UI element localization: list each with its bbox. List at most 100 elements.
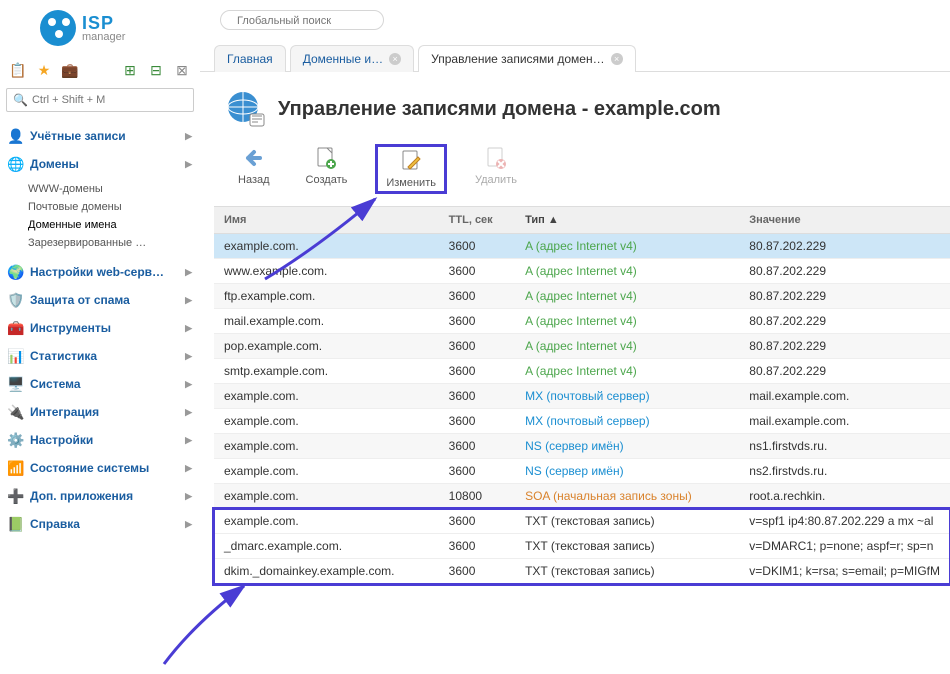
nav-sub-item[interactable]: Зарезервированные …: [28, 234, 194, 252]
nav-item-accounts[interactable]: 👤Учётные записи▶: [6, 122, 194, 150]
cell-value: 80.87.202.229: [739, 309, 950, 334]
chevron-right-icon: ▶: [185, 351, 192, 362]
cell-name: ftp.example.com.: [214, 284, 439, 309]
cell-type: TXT (текстовая запись): [515, 509, 739, 534]
cell-type: A (адрес Internet v4): [515, 309, 739, 334]
nav-sub-item[interactable]: WWW-домены: [28, 180, 194, 198]
nav-item-tools[interactable]: 🧰Инструменты▶: [6, 314, 194, 342]
table-row[interactable]: dkim._domainkey.example.com.3600TXT (тек…: [214, 559, 950, 584]
nav-sub-item[interactable]: Доменные имена: [28, 216, 194, 234]
chevron-right-icon: ▶: [185, 131, 192, 142]
expand-icon[interactable]: ⊞: [122, 62, 138, 78]
nav-label: Интеграция: [30, 405, 99, 419]
col-ttl[interactable]: TTL, сек: [439, 207, 515, 234]
back-label: Назад: [238, 174, 270, 186]
cell-name: example.com.: [214, 484, 439, 509]
col-type[interactable]: Тип ▲: [515, 207, 739, 234]
nav-item-system[interactable]: 🖥️Система▶: [6, 370, 194, 398]
cell-type: NS (сервер имён): [515, 434, 739, 459]
logo-subtitle: manager: [82, 32, 125, 43]
table-row[interactable]: example.com.3600A (адрес Internet v4)80.…: [214, 234, 950, 259]
logo: ISP manager: [0, 0, 200, 56]
edit-button[interactable]: Изменить: [375, 144, 447, 194]
close-all-icon[interactable]: ⊠: [174, 62, 190, 78]
cell-value: mail.example.com.: [739, 384, 950, 409]
cell-name: dkim._domainkey.example.com.: [214, 559, 439, 584]
nav-icon-integration: 🔌: [8, 404, 24, 420]
sidebar-search[interactable]: 🔍: [6, 88, 194, 112]
table-row[interactable]: example.com.10800SOA (начальная запись з…: [214, 484, 950, 509]
delete-icon: [484, 146, 508, 170]
table-row[interactable]: pop.example.com.3600A (адрес Internet v4…: [214, 334, 950, 359]
tab[interactable]: Доменные и… ×: [290, 45, 414, 72]
table-row[interactable]: example.com.3600NS (сервер имён)ns2.firs…: [214, 459, 950, 484]
cell-ttl: 3600: [439, 434, 515, 459]
nav-item-settings[interactable]: ⚙️Настройки▶: [6, 426, 194, 454]
nav-item-status[interactable]: 📶Состояние системы▶: [6, 454, 194, 482]
tree-icon[interactable]: 📋: [10, 62, 26, 78]
cell-name: smtp.example.com.: [214, 359, 439, 384]
back-button[interactable]: Назад: [230, 144, 278, 194]
records-table: Имя TTL, сек Тип ▲ Значение example.com.…: [214, 206, 950, 584]
nav-sub-item[interactable]: Почтовые домены: [28, 198, 194, 216]
global-search-input[interactable]: [237, 15, 367, 27]
tab-label: Доменные и…: [303, 52, 383, 66]
table-row[interactable]: example.com.3600MX (почтовый сервер)mail…: [214, 409, 950, 434]
nav-label: Система: [30, 377, 81, 391]
sidebar-search-input[interactable]: [32, 94, 187, 106]
tab[interactable]: Управление записями домен…×: [418, 45, 635, 72]
nav-icon-spam: 🛡️: [8, 292, 24, 308]
delete-button[interactable]: Удалить: [467, 144, 525, 194]
cell-value: mail.example.com.: [739, 409, 950, 434]
tab-close-icon[interactable]: ×: [389, 53, 401, 65]
nav-item-help[interactable]: 📗Справка▶: [6, 510, 194, 538]
table-row[interactable]: _dmarc.example.com.3600TXT (текстовая за…: [214, 534, 950, 559]
cell-name: example.com.: [214, 459, 439, 484]
delete-label: Удалить: [475, 174, 517, 186]
table-row[interactable]: smtp.example.com.3600A (адрес Internet v…: [214, 359, 950, 384]
nav-label: Справка: [30, 517, 80, 531]
cell-type: MX (почтовый сервер): [515, 409, 739, 434]
cell-ttl: 3600: [439, 459, 515, 484]
chevron-right-icon: ▶: [185, 407, 192, 418]
cell-value: v=DMARC1; p=none; aspf=r; sp=n: [739, 534, 950, 559]
nav-label: Настройки: [30, 433, 93, 447]
create-button[interactable]: Создать: [298, 144, 356, 194]
cell-value: v=DKIM1; k=rsa; s=email; p=MIGfM: [739, 559, 950, 584]
cell-type: A (адрес Internet v4): [515, 259, 739, 284]
tab-close-icon[interactable]: ×: [611, 53, 623, 65]
cell-ttl: 3600: [439, 409, 515, 434]
cell-ttl: 3600: [439, 359, 515, 384]
briefcase-icon[interactable]: 💼: [62, 62, 78, 78]
cell-ttl: 3600: [439, 509, 515, 534]
cell-value: ns1.firstvds.ru.: [739, 434, 950, 459]
table-row[interactable]: example.com.3600NS (сервер имён)ns1.firs…: [214, 434, 950, 459]
nav-item-spam[interactable]: 🛡️Защита от спама▶: [6, 286, 194, 314]
chevron-right-icon: ▶: [185, 519, 192, 530]
table-row[interactable]: ftp.example.com.3600A (адрес Internet v4…: [214, 284, 950, 309]
nav-item-addons[interactable]: ➕Доп. приложения▶: [6, 482, 194, 510]
nav-item-integration[interactable]: 🔌 Интеграция ▶: [6, 398, 194, 426]
table-row[interactable]: example.com.3600MX (почтовый сервер)mail…: [214, 384, 950, 409]
cell-type: TXT (текстовая запись): [515, 534, 739, 559]
cell-ttl: 3600: [439, 234, 515, 259]
cell-value: 80.87.202.229: [739, 234, 950, 259]
table-row[interactable]: mail.example.com.3600A (адрес Internet v…: [214, 309, 950, 334]
table-row[interactable]: www.example.com.3600A (адрес Internet v4…: [214, 259, 950, 284]
global-search[interactable]: [220, 10, 384, 30]
chevron-right-icon: ▶: [185, 159, 192, 170]
chevron-right-icon: ▶: [185, 295, 192, 306]
nav-item-stats[interactable]: 📊Статистика▶: [6, 342, 194, 370]
star-icon[interactable]: ★: [36, 62, 52, 78]
collapse-icon[interactable]: ⊟: [148, 62, 164, 78]
table-row[interactable]: example.com.3600TXT (текстовая запись)v=…: [214, 509, 950, 534]
chevron-right-icon: ▶: [185, 267, 192, 278]
nav-item-webserver[interactable]: 🌍Настройки web-серв…▶: [6, 258, 194, 286]
tab[interactable]: Главная: [214, 45, 286, 72]
col-value[interactable]: Значение: [739, 207, 950, 234]
nav-item-domains[interactable]: 🌐Домены▶: [6, 150, 194, 178]
nav-icon-addons: ➕: [8, 488, 24, 504]
cell-name: example.com.: [214, 409, 439, 434]
edit-icon: [399, 149, 423, 173]
col-name[interactable]: Имя: [214, 207, 439, 234]
